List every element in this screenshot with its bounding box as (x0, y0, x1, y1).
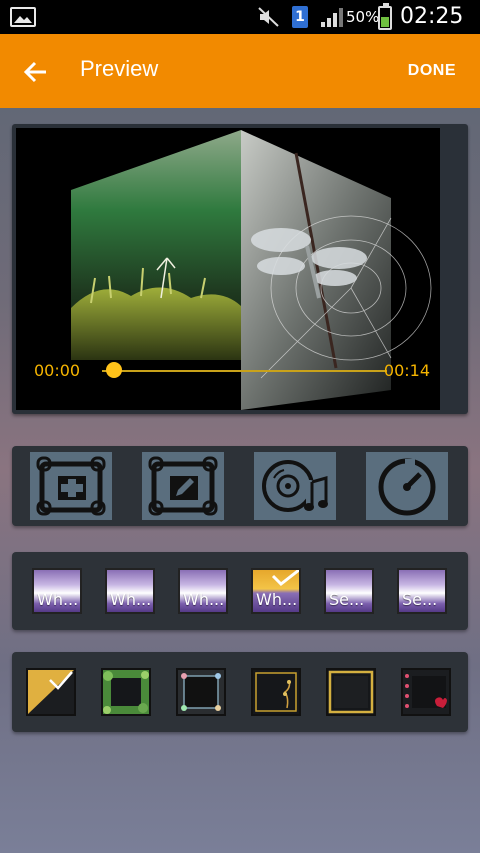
gallery-icon (10, 7, 36, 27)
music-disc-icon (262, 460, 328, 512)
seek-bar[interactable] (102, 370, 387, 372)
mute-icon (258, 7, 280, 27)
back-arrow-icon[interactable] (20, 56, 52, 88)
edit-photo-icon (148, 456, 218, 516)
flowers-frame-icon (178, 670, 224, 714)
frame-gold-thumb[interactable] (326, 668, 376, 716)
frame-vine-thumb[interactable] (251, 668, 301, 716)
duration-timer-icon (378, 458, 436, 516)
seek-thumb[interactable] (106, 362, 122, 378)
clock: 02:25 (400, 4, 464, 29)
gold-frame-icon (328, 670, 374, 714)
add-photo-icon (36, 456, 106, 516)
signal-icon (320, 6, 344, 28)
frames-panel (12, 652, 468, 732)
theme-item-selected[interactable]: Wh... (251, 568, 301, 614)
current-time: 00:00 (34, 361, 81, 380)
frame-flowers-thumb[interactable] (176, 668, 226, 716)
theme-label: Wh... (256, 590, 298, 609)
theme-label: Wh... (110, 590, 152, 609)
video-preview-panel: 00:00 00:14 (12, 124, 468, 414)
music-button[interactable] (254, 452, 336, 520)
battery-icon (378, 3, 392, 30)
vine-frame-icon (253, 670, 299, 714)
theme-item[interactable]: Se... (397, 568, 447, 614)
duration-button[interactable] (366, 452, 448, 520)
frame-none-thumb (28, 670, 74, 714)
theme-label: Se... (329, 590, 365, 609)
app-toolbar: Preview DONE (0, 34, 480, 108)
page-title: Preview (80, 56, 159, 81)
theme-label: Wh... (183, 590, 225, 609)
tools-panel (12, 446, 468, 526)
frame-leaves-thumb[interactable] (101, 668, 151, 716)
total-time: 00:14 (383, 361, 430, 380)
done-button[interactable]: DONE (408, 62, 456, 80)
battery-percent: 50% (346, 8, 380, 26)
add-photo-button[interactable] (30, 452, 112, 520)
theme-item[interactable]: Wh... (105, 568, 155, 614)
frame-hearts-thumb[interactable] (401, 668, 451, 716)
frame-none-selected[interactable] (26, 668, 76, 716)
video-player[interactable]: 00:00 00:14 (16, 128, 440, 410)
theme-item[interactable]: Wh... (178, 568, 228, 614)
leaves-frame-icon (103, 670, 149, 714)
sim-icon: 1 (292, 6, 308, 28)
edit-photo-button[interactable] (142, 452, 224, 520)
checkmark-icon (271, 570, 299, 586)
theme-label: Wh... (37, 590, 79, 609)
themes-panel: Wh... Wh... Wh... Wh... Se... Se... (12, 552, 468, 630)
theme-item[interactable]: Wh... (32, 568, 82, 614)
theme-label: Se... (402, 590, 438, 609)
hearts-frame-icon (403, 670, 449, 714)
status-bar: 1 50% 02:25 (0, 0, 480, 34)
theme-item[interactable]: Se... (324, 568, 374, 614)
preview-photo-moss (71, 130, 241, 360)
